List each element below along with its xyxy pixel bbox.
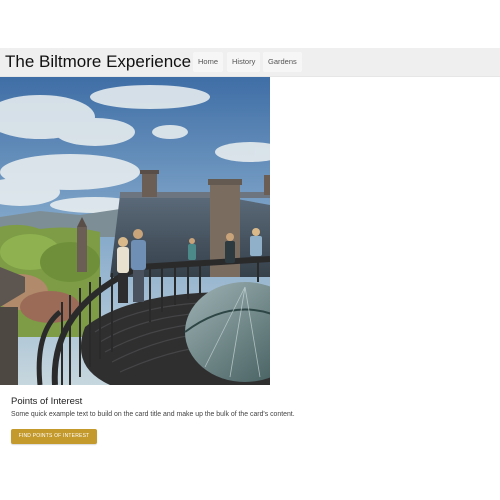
nav-link-gardens[interactable]: Gardens [263, 52, 302, 72]
card-title: Points of Interest [11, 396, 83, 407]
nav-link-history[interactable]: History [227, 52, 261, 72]
card-text: Some quick example text to build on the … [11, 411, 295, 418]
card-image [0, 77, 270, 385]
navbar: The Biltmore Experience Home History Gar… [0, 48, 500, 77]
nav-link-home[interactable]: Home [193, 52, 224, 72]
find-points-of-interest-button[interactable]: FIND POINTS OF INTEREST [11, 429, 97, 444]
brand-title[interactable]: The Biltmore Experience [5, 51, 191, 73]
